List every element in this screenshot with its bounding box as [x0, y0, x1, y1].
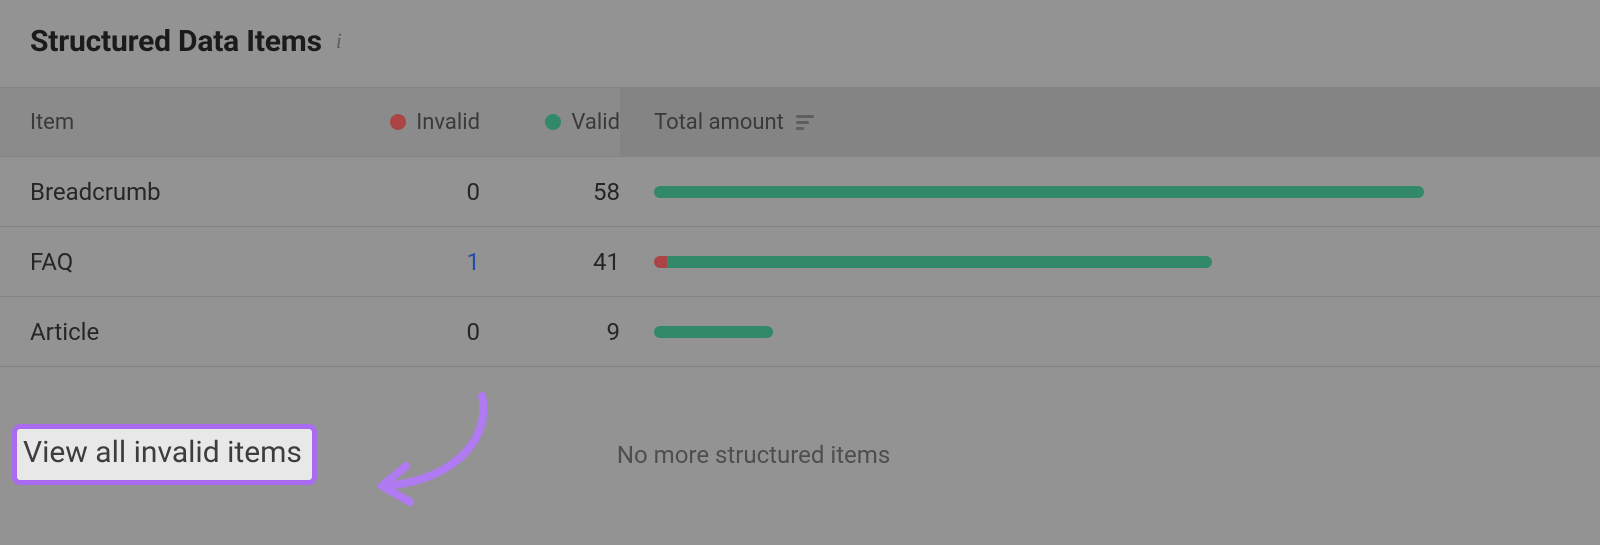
valid-count: 58 — [480, 178, 620, 206]
bar-segment-valid — [654, 326, 773, 338]
item-name: Breadcrumb — [0, 178, 360, 206]
bar-segment-valid — [667, 256, 1211, 268]
invalid-count: 0 — [360, 318, 480, 346]
col-header-invalid-label: Invalid — [416, 110, 480, 135]
col-header-total-label: Total amount — [654, 110, 784, 135]
empty-state-message: No more structured items — [317, 441, 1600, 469]
col-header-total[interactable]: Total amount — [620, 88, 1600, 156]
valid-count: 41 — [480, 248, 620, 276]
bar-segment-valid — [654, 186, 1424, 198]
panel-title: Structured Data Items — [30, 24, 322, 59]
col-header-invalid[interactable]: Invalid — [360, 110, 480, 135]
total-bar — [620, 256, 1600, 268]
invalid-count: 0 — [360, 178, 480, 206]
table-body: Breadcrumb058FAQ141Article09 — [0, 157, 1600, 367]
structured-data-panel: Structured Data Items i Item Invalid Val… — [0, 0, 1600, 542]
total-bar — [620, 326, 1600, 338]
item-name: Article — [0, 318, 360, 346]
panel-header: Structured Data Items i — [0, 0, 1600, 87]
valid-count: 9 — [480, 318, 620, 346]
item-name: FAQ — [0, 248, 360, 276]
valid-dot-icon — [545, 114, 561, 130]
info-icon[interactable]: i — [336, 30, 342, 54]
sort-desc-icon — [796, 115, 814, 130]
view-all-invalid-link[interactable]: View all invalid items — [23, 435, 302, 470]
table-row: FAQ141 — [0, 227, 1600, 297]
panel-footer: View all invalid items No more structure… — [0, 367, 1600, 542]
table-header: Item Invalid Valid Total amount — [0, 87, 1600, 157]
table-row: Breadcrumb058 — [0, 157, 1600, 227]
invalid-dot-icon — [390, 114, 406, 130]
invalid-count[interactable]: 1 — [360, 248, 480, 276]
col-header-item[interactable]: Item — [0, 110, 360, 135]
table-row: Article09 — [0, 297, 1600, 367]
bar-segment-invalid — [654, 256, 667, 268]
col-header-valid-label: Valid — [571, 110, 620, 135]
total-bar — [620, 186, 1600, 198]
col-header-valid[interactable]: Valid — [480, 110, 620, 135]
view-all-invalid-highlight: View all invalid items — [12, 424, 317, 485]
